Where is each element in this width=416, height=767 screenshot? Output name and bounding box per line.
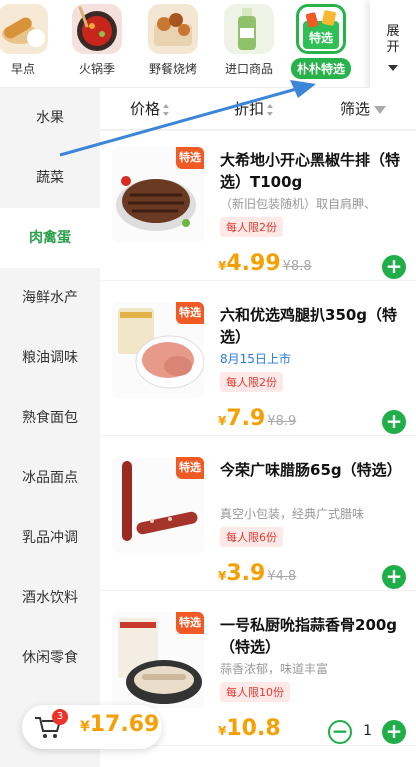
product-price: ¥3.9 ¥4.8 xyxy=(218,561,296,586)
product-list: 特选 大希地小开心黑椒牛排（特选）T100g （新旧包装随机）取自肩胛、 每人限… xyxy=(100,131,416,767)
sort-arrows-icon xyxy=(267,103,274,116)
product-name: 一号私厨吮指蒜香骨200g（特选） xyxy=(220,616,398,656)
category-label: 朴朴特选 xyxy=(290,58,351,79)
quantity-value: 1 xyxy=(363,723,372,739)
original-price: ¥8.8 xyxy=(282,259,312,274)
pupu-select-icon: 特选 xyxy=(296,4,346,54)
hotpot-icon xyxy=(72,4,122,54)
product-image-steak: 特选 xyxy=(112,147,204,243)
product-card[interactable]: 特选 大希地小开心黑椒牛排（特选）T100g （新旧包装随机）取自肩胛、 每人限… xyxy=(100,131,416,281)
price-value: 3.9 xyxy=(226,561,266,586)
purchase-limit-tag: 每人限2份 xyxy=(220,372,283,392)
sidebar: 水果 蔬菜 肉禽蛋 海鲜水产 粮油调味 熟食面包 冰品面点 乳品冲调 酒水饮料 … xyxy=(0,88,100,767)
category-pupu-select[interactable]: 特选 朴朴特选 xyxy=(290,4,352,79)
decrease-quantity-button[interactable]: − xyxy=(328,720,352,744)
chevron-down-icon xyxy=(388,65,398,71)
product-name: 六和优选鸡腿扒350g（特选） xyxy=(220,306,398,346)
category-breakfast[interactable]: 早点 xyxy=(0,4,54,77)
product-description: 蒜香浓郁，味道丰富 xyxy=(220,662,329,676)
original-price: ¥4.8 xyxy=(267,569,297,584)
sort-price-button[interactable]: 价格 xyxy=(130,98,170,119)
filter-bar: 价格 折扣 筛选 xyxy=(100,88,416,130)
product-card[interactable]: 特选 今荣广味腊肠65g（特选） 真空小包装，经典广式腊味 每人限6份 ¥3.9… xyxy=(100,441,416,591)
sidebar-item-deli-bread[interactable]: 熟食面包 xyxy=(0,388,100,448)
funnel-icon xyxy=(374,105,387,114)
sort-discount-button[interactable]: 折扣 xyxy=(234,98,274,119)
sort-discount-label: 折扣 xyxy=(234,100,265,118)
product-price: ¥7.9 ¥8.9 xyxy=(218,406,296,431)
category-imported[interactable]: 进口商品 xyxy=(218,4,280,77)
category-label: 火锅季 xyxy=(78,62,115,76)
currency-symbol: ¥ xyxy=(80,719,90,735)
increase-quantity-button[interactable]: + xyxy=(382,720,406,744)
sidebar-item-meat-poultry-eggs[interactable]: 肉禽蛋 xyxy=(0,208,100,268)
product-image-sausage: 特选 xyxy=(112,457,204,553)
cart-bar[interactable]: 3 ¥17.69 xyxy=(22,705,162,749)
original-price: ¥8.9 xyxy=(267,414,297,429)
top-category-bar: 早点 火锅季 野餐烧烤 进口商品 特选 朴朴特选 展 开 xyxy=(0,0,416,88)
purchase-limit-tag: 每人限2份 xyxy=(220,217,283,237)
product-price: ¥10.8 xyxy=(218,716,281,741)
product-description: 真空小包装，经典广式腊味 xyxy=(220,507,365,521)
expand-label: 展开 xyxy=(386,24,400,55)
price-value: 7.9 xyxy=(226,406,266,431)
category-label: 早点 xyxy=(10,62,35,76)
cart-total: ¥17.69 xyxy=(80,712,159,737)
special-select-badge: 特选 xyxy=(176,457,204,479)
product-description: （新旧包装随机）取自肩胛、 xyxy=(220,197,377,211)
add-to-cart-button[interactable]: + xyxy=(382,410,406,434)
filter-button[interactable]: 筛选 xyxy=(340,98,387,119)
cart-total-value: 17.69 xyxy=(89,712,160,737)
imported-goods-icon xyxy=(224,4,274,54)
product-name: 今荣广味腊肠65g（特选） xyxy=(220,461,402,479)
breakfast-icon xyxy=(0,4,48,54)
add-to-cart-button[interactable]: + xyxy=(382,565,406,589)
sidebar-item-snacks[interactable]: 休闲零食 xyxy=(0,628,100,688)
special-select-badge: 特选 xyxy=(176,612,204,634)
purchase-limit-tag: 每人限6份 xyxy=(220,527,283,547)
category-label: 进口商品 xyxy=(224,62,273,76)
product-image-garlic-ribs: 特选 xyxy=(112,612,204,708)
filter-label: 筛选 xyxy=(340,100,371,118)
sidebar-item-dairy[interactable]: 乳品冲调 xyxy=(0,508,100,568)
sort-price-label: 价格 xyxy=(130,100,161,118)
price-value: 4.99 xyxy=(226,251,281,276)
category-label: 野餐烧烤 xyxy=(148,62,197,76)
sidebar-item-frozen[interactable]: 冰品面点 xyxy=(0,448,100,508)
bbq-icon xyxy=(148,4,198,54)
sidebar-item-seafood[interactable]: 海鲜水产 xyxy=(0,268,100,328)
price-value: 10.8 xyxy=(226,716,281,741)
product-name: 大希地小开心黑椒牛排（特选）T100g xyxy=(220,151,401,191)
product-card[interactable]: 特选 六和优选鸡腿扒350g（特选） 8月15日上市 每人限2份 ¥7.9 ¥8.… xyxy=(100,286,416,436)
product-description: 8月15日上市 xyxy=(220,352,291,366)
sidebar-item-vegetables[interactable]: 蔬菜 xyxy=(0,148,100,208)
special-select-badge: 特选 xyxy=(176,302,204,324)
purchase-limit-tag: 每人限10份 xyxy=(220,682,290,702)
expand-categories-button[interactable]: 展开 xyxy=(370,0,416,88)
sidebar-item-grain-oil[interactable]: 粮油调味 xyxy=(0,328,100,388)
add-to-cart-button[interactable]: + xyxy=(382,255,406,279)
product-image-chicken-thigh: 特选 xyxy=(112,302,204,398)
special-select-badge: 特选 xyxy=(176,147,204,169)
sidebar-item-drinks[interactable]: 酒水饮料 xyxy=(0,568,100,628)
cart-count-badge: 3 xyxy=(52,709,68,725)
category-hotpot[interactable]: 火锅季 xyxy=(66,4,128,77)
product-price: ¥4.99 ¥8.8 xyxy=(218,251,312,276)
pupu-select-tile-text: 特选 xyxy=(308,31,333,45)
sort-arrows-icon xyxy=(163,103,170,116)
category-bbq[interactable]: 野餐烧烤 xyxy=(142,4,204,77)
sidebar-item-fruit[interactable]: 水果 xyxy=(0,88,100,148)
